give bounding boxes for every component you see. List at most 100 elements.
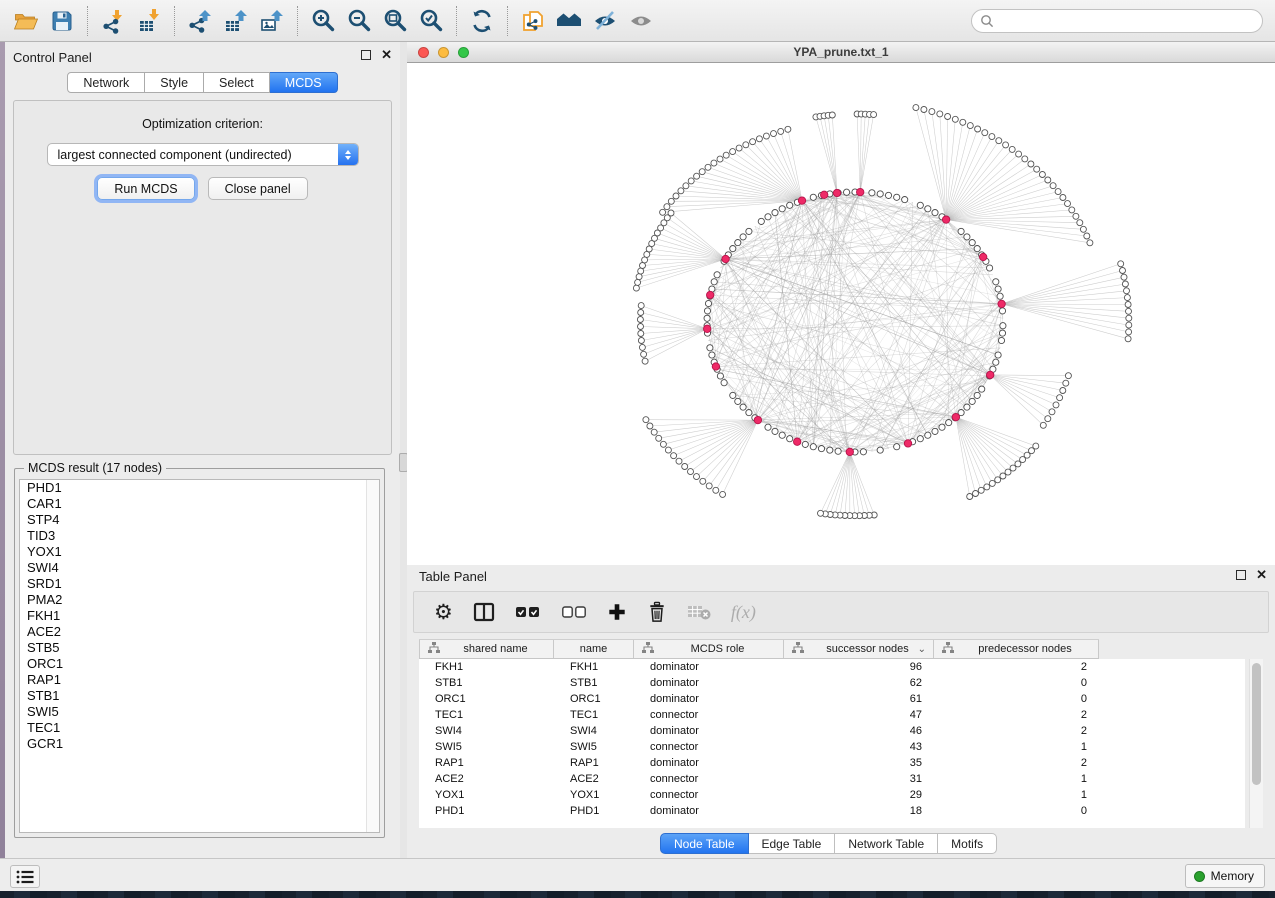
tab-network-table[interactable]: Network Table (835, 833, 938, 854)
table-cell: connector (634, 739, 784, 755)
list-item[interactable]: TID3 (20, 528, 379, 544)
tab-select[interactable]: Select (204, 72, 270, 93)
import-table-icon[interactable] (131, 4, 167, 38)
float-panel-icon[interactable] (361, 50, 371, 60)
float-panel-icon[interactable] (1236, 570, 1246, 580)
apply-layout-icon[interactable] (464, 4, 500, 38)
table-scrollbar[interactable] (1249, 659, 1263, 828)
export-image-icon[interactable] (254, 4, 290, 38)
window-minimize-icon[interactable] (438, 47, 449, 58)
list-item[interactable]: CAR1 (20, 496, 379, 512)
column-header-predecessor-nodes[interactable]: predecessor nodes (934, 640, 1099, 658)
table-row[interactable]: RAP1RAP1dominator352 (419, 755, 1245, 771)
table-cell: dominator (634, 803, 784, 819)
tab-style[interactable]: Style (145, 72, 204, 93)
export-network-icon[interactable] (182, 4, 218, 38)
close-panel-icon[interactable]: ✕ (381, 50, 392, 60)
network-canvas[interactable] (407, 63, 1275, 563)
list-item[interactable]: SWI4 (20, 560, 379, 576)
first-neighbors-icon[interactable] (551, 4, 587, 38)
hide-selected-icon[interactable] (587, 4, 623, 38)
zoom-selected-icon[interactable] (413, 4, 449, 38)
table-row[interactable]: SWI4SWI4dominator462 (419, 723, 1245, 739)
close-panel-button[interactable]: Close panel (208, 177, 308, 200)
list-item[interactable]: STB5 (20, 640, 379, 656)
network-window-titlebar[interactable]: YPA_prune.txt_1 (407, 42, 1275, 63)
list-item[interactable]: TEC1 (20, 720, 379, 736)
table-row[interactable]: STB1STB1dominator620 (419, 675, 1245, 691)
list-scrollbar-track[interactable] (366, 480, 379, 832)
deselect-all-icon[interactable] (561, 597, 587, 627)
table-row[interactable]: ORC1ORC1dominator610 (419, 691, 1245, 707)
table-row[interactable]: PHD1PHD1dominator180 (419, 803, 1245, 819)
delete-row-icon[interactable] (647, 597, 667, 627)
table-panel: Table Panel ✕ ⚙ (407, 565, 1275, 858)
run-mcds-button[interactable]: Run MCDS (97, 177, 194, 200)
mcds-result-groupbox: MCDS result (17 nodes) PHD1CAR1STP4TID3Y… (14, 468, 385, 838)
list-item[interactable]: PHD1 (20, 480, 379, 496)
tab-mcds[interactable]: MCDS (270, 72, 338, 93)
panel-layout-icon[interactable] (473, 597, 495, 627)
open-session-icon[interactable] (8, 4, 44, 38)
toolbar-search[interactable] (971, 9, 1263, 33)
list-item[interactable]: STB1 (20, 688, 379, 704)
column-header-mcds-role[interactable]: MCDS role (634, 640, 784, 658)
toolbar-separator (174, 6, 175, 36)
toolbar-separator (507, 6, 508, 36)
list-item[interactable]: SRD1 (20, 576, 379, 592)
select-all-icon[interactable] (515, 597, 541, 627)
save-session-icon[interactable] (44, 4, 80, 38)
table-cell: 62 (784, 675, 934, 691)
zoom-in-icon[interactable] (305, 4, 341, 38)
import-network-icon[interactable] (95, 4, 131, 38)
delete-table-icon (687, 597, 711, 627)
column-header-shared-name[interactable]: shared name (419, 640, 554, 658)
search-input[interactable] (994, 11, 1262, 31)
tab-node-table[interactable]: Node Table (660, 833, 749, 854)
list-item[interactable]: YOX1 (20, 544, 379, 560)
list-item[interactable]: GCR1 (20, 736, 379, 752)
table-row[interactable]: YOX1YOX1connector291 (419, 787, 1245, 803)
column-header-label: name (562, 643, 633, 655)
shared-column-icon (792, 642, 804, 656)
criterion-dropdown[interactable]: largest connected component (undirected) (47, 143, 359, 166)
table-row[interactable]: TEC1TEC1connector472 (419, 707, 1245, 723)
scrollbar-thumb[interactable] (1252, 663, 1261, 785)
add-row-icon[interactable] (607, 597, 627, 627)
list-item[interactable]: SWI5 (20, 704, 379, 720)
mcds-result-list[interactable]: PHD1CAR1STP4TID3YOX1SWI4SRD1PMA2FKH1ACE2… (19, 479, 380, 833)
zoom-out-icon[interactable] (341, 4, 377, 38)
table-row[interactable]: FKH1FKH1dominator962 (419, 659, 1245, 675)
table-body[interactable]: FKH1FKH1dominator962STB1STB1dominator620… (419, 659, 1245, 828)
tab-edge-table[interactable]: Edge Table (749, 833, 836, 854)
list-item[interactable]: RAP1 (20, 672, 379, 688)
show-all-icon[interactable] (623, 4, 659, 38)
list-item[interactable]: ORC1 (20, 656, 379, 672)
table-cell: 18 (784, 803, 934, 819)
export-table-icon[interactable] (218, 4, 254, 38)
table-cell: 1 (934, 739, 1099, 755)
table-row[interactable]: SWI5SWI5connector431 (419, 739, 1245, 755)
window-close-icon[interactable] (418, 47, 429, 58)
control-panel-tabs: NetworkStyleSelectMCDS (5, 72, 400, 93)
column-header-name[interactable]: name (554, 640, 634, 658)
zoom-fit-icon[interactable] (377, 4, 413, 38)
list-item[interactable]: STP4 (20, 512, 379, 528)
status-menu-button[interactable] (10, 865, 40, 888)
clone-network-icon[interactable] (515, 4, 551, 38)
memory-button[interactable]: Memory (1185, 864, 1265, 888)
table-settings-icon[interactable]: ⚙ (434, 597, 453, 627)
column-header-successor-nodes[interactable]: successor nodes⌄ (784, 640, 934, 658)
table-row[interactable]: ACE2ACE2connector311 (419, 771, 1245, 787)
desktop-wallpaper-bottom (0, 891, 1275, 898)
window-zoom-icon[interactable] (458, 47, 469, 58)
close-panel-icon[interactable]: ✕ (1256, 570, 1267, 580)
list-item[interactable]: ACE2 (20, 624, 379, 640)
table-cell: 35 (784, 755, 934, 771)
table-cell: 0 (934, 691, 1099, 707)
tab-motifs[interactable]: Motifs (938, 833, 997, 854)
tab-network[interactable]: Network (67, 72, 145, 93)
list-item[interactable]: PMA2 (20, 592, 379, 608)
list-item[interactable]: FKH1 (20, 608, 379, 624)
panel-splitter[interactable] (400, 42, 407, 858)
